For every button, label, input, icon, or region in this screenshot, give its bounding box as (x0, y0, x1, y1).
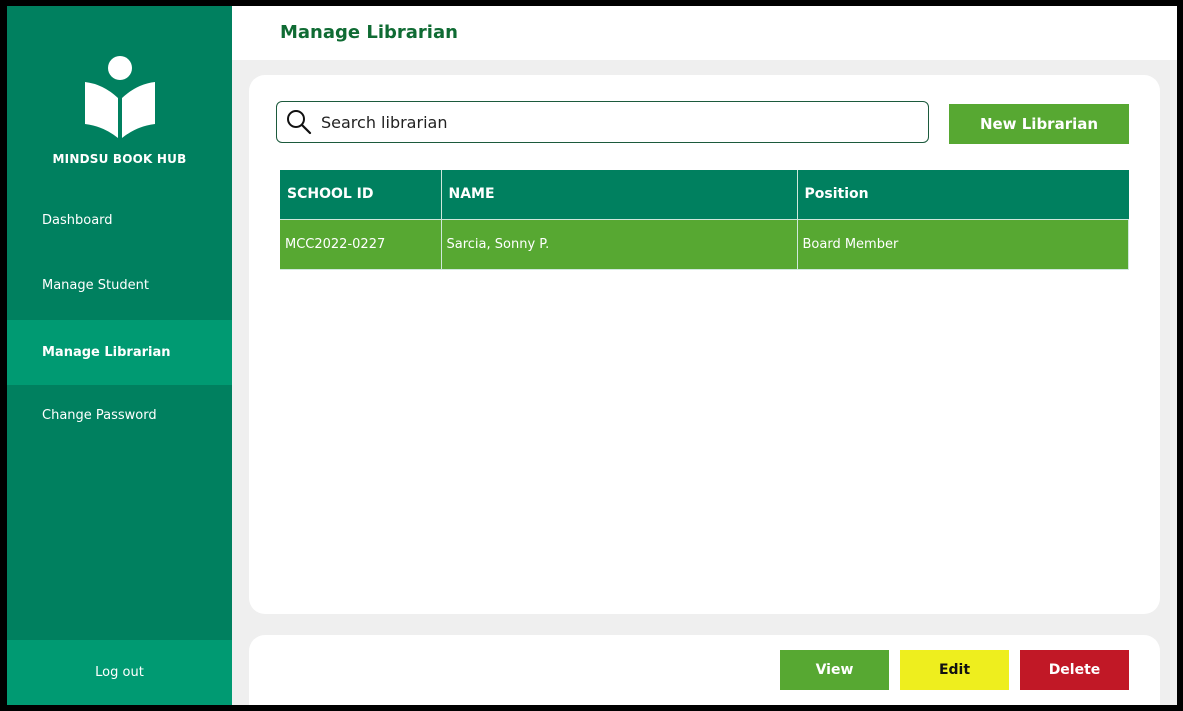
brand-name: MINDSU BOOK HUB (52, 152, 187, 166)
header: Manage Librarian (232, 6, 1177, 60)
page-title: Manage Librarian (280, 22, 458, 43)
sidebar-item-label: Manage Librarian (42, 345, 171, 360)
cell-name: Sarcia, Sonny P. (441, 218, 798, 270)
action-bar: View Edit Delete (249, 635, 1160, 705)
search-input[interactable] (321, 112, 901, 132)
view-button[interactable]: View (780, 650, 889, 690)
sidebar-item-manage-student[interactable]: Manage Student (7, 253, 232, 318)
sidebar-item-label: Manage Student (42, 278, 149, 293)
search-box (276, 101, 929, 143)
new-librarian-button[interactable]: New Librarian (949, 104, 1129, 144)
sidebar-item-change-password[interactable]: Change Password (7, 383, 232, 448)
librarian-table: SCHOOL ID NAME Position MCC2022-0227 Sar… (280, 170, 1129, 270)
sidebar-item-dashboard[interactable]: Dashboard (7, 188, 232, 253)
column-header-school-id: SCHOOL ID (280, 170, 442, 219)
main-panel: New Librarian SCHOOL ID NAME Position MC… (249, 75, 1160, 614)
logout-label: Log out (95, 665, 144, 680)
book-reader-icon (84, 56, 155, 138)
sidebar: MINDSU BOOK HUB Dashboard Manage Student… (7, 6, 232, 705)
logo (7, 54, 232, 138)
delete-button[interactable]: Delete (1020, 650, 1129, 690)
cell-school-id: MCC2022-0227 (280, 218, 442, 270)
column-header-name: NAME (441, 170, 798, 219)
sidebar-item-manage-librarian[interactable]: Manage Librarian (7, 320, 232, 385)
table-row[interactable]: MCC2022-0227 Sarcia, Sonny P. Board Memb… (280, 218, 1129, 270)
column-header-position: Position (797, 170, 1129, 219)
sidebar-item-label: Dashboard (42, 213, 113, 228)
search-icon (277, 102, 321, 142)
table-header-row: SCHOOL ID NAME Position (280, 170, 1129, 219)
sidebar-item-label: Change Password (42, 408, 157, 423)
logout-button[interactable]: Log out (7, 640, 232, 705)
edit-button[interactable]: Edit (900, 650, 1009, 690)
cell-position: Board Member (797, 218, 1129, 270)
app-window: MINDSU BOOK HUB Dashboard Manage Student… (7, 6, 1177, 705)
